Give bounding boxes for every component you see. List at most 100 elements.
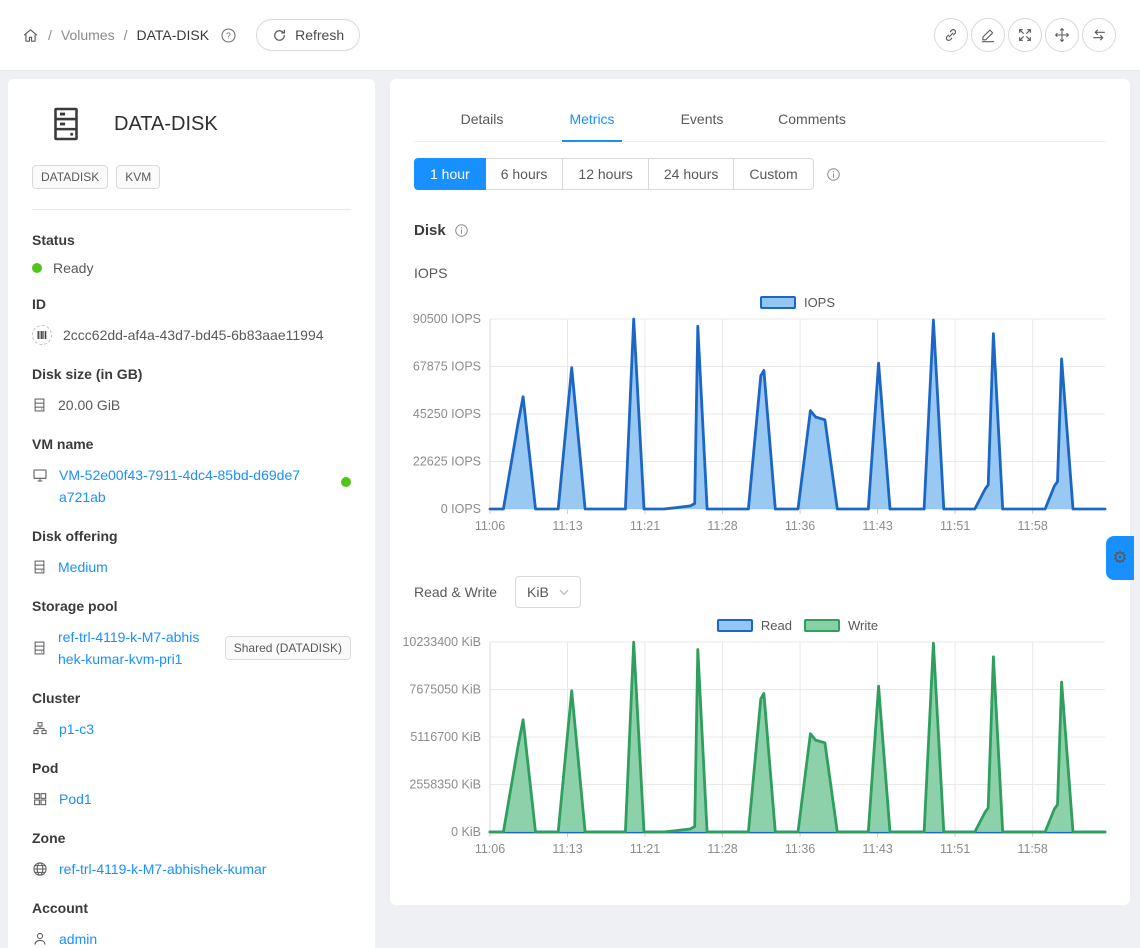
legend-item-read[interactable]: Read <box>717 618 792 633</box>
svg-text:22625 IOPS: 22625 IOPS <box>413 455 481 469</box>
field-account: Account admin <box>32 900 351 948</box>
field-cluster: Cluster p1-c3 <box>32 690 351 740</box>
unit-select[interactable]: KiB <box>515 576 581 608</box>
resource-summary-card: DATA-DISK DATADISK KVM Status Ready ID 2… <box>8 79 375 948</box>
svg-text:11:06: 11:06 <box>475 519 505 533</box>
svg-text:2558350 KiB: 2558350 KiB <box>409 778 481 792</box>
refresh-button[interactable]: Refresh <box>256 19 360 51</box>
svg-text:0 KiB: 0 KiB <box>451 825 481 839</box>
svg-text:5116700 KiB: 5116700 KiB <box>410 730 481 744</box>
tab-events[interactable]: Events <box>647 99 757 141</box>
svg-text:11:51: 11:51 <box>940 519 970 533</box>
divider <box>32 209 351 210</box>
iops-chart[interactable]: 0 IOPS 22625 IOPS 45250 IOPS 67875 IOPS 9050… <box>402 312 1106 540</box>
svg-text:0 IOPS: 0 IOPS <box>441 502 481 516</box>
svg-text:11:58: 11:58 <box>1017 519 1047 533</box>
disk-size-value: 20.00 GiB <box>58 394 120 416</box>
cluster-link[interactable]: p1-c3 <box>59 718 94 740</box>
svg-text:11:36: 11:36 <box>785 842 815 856</box>
svg-text:11:13: 11:13 <box>552 842 582 856</box>
account-link[interactable]: admin <box>59 928 97 948</box>
field-id: ID 2ccc62dd-af4a-43d7-bd45-6b83aae11994 <box>32 296 351 346</box>
disk-volume-icon <box>48 105 84 143</box>
field-disk-offering: Disk offering Medium <box>32 528 351 578</box>
svg-text:10233400 KiB: 10233400 KiB <box>402 635 481 649</box>
range-1-hour-button[interactable]: 1 hour <box>414 158 486 190</box>
svg-text:45250 IOPS: 45250 IOPS <box>413 407 481 421</box>
storage-pool-link[interactable]: ref-trl-4119-k-M7-abhishek-kumar-kvm-pri… <box>58 626 202 670</box>
chevron-down-icon <box>559 589 569 596</box>
home-icon[interactable] <box>22 27 39 44</box>
field-pod: Pod Pod1 <box>32 760 351 810</box>
range-12-hours-button[interactable]: 12 hours <box>562 158 648 190</box>
field-disk-size: Disk size (in GB) 20.00 GiB <box>32 366 351 416</box>
rw-chart-title: Read & Write <box>414 584 497 600</box>
change-offering-button[interactable] <box>1082 18 1116 52</box>
zone-link[interactable]: ref-trl-4119-k-M7-abhishek-kumar <box>59 858 266 880</box>
field-vm-name: VM name VM-52e00f43-7911-4dc4-85bd-d69de… <box>32 436 351 508</box>
svg-text:11:51: 11:51 <box>940 842 970 856</box>
settings-fab-button[interactable]: ⚙ <box>1106 536 1134 580</box>
read-write-row: Read & Write KiB <box>414 576 1106 608</box>
legend-item-write[interactable]: Write <box>804 618 878 633</box>
range-custom-button[interactable]: Custom <box>733 158 813 190</box>
reload-icon <box>272 28 287 43</box>
svg-text:11:21: 11:21 <box>630 519 660 533</box>
breadcrumb-separator: / <box>48 27 52 43</box>
storage-pool-scope-tag: Shared (DATADISK) <box>225 636 351 660</box>
read-write-chart[interactable]: 0 KiB 2558350 KiB 5116700 KiB 7675050 KiB 10… <box>402 635 1106 863</box>
status-value: Ready <box>53 260 93 276</box>
breadcrumb-current: DATA-DISK <box>136 27 209 43</box>
breadcrumb-separator: / <box>124 27 128 43</box>
read-write-legend: Read Write <box>490 618 1105 633</box>
volume-actions <box>934 18 1116 52</box>
id-value: 2ccc62dd-af4a-43d7-bd45-6b83aae11994 <box>63 324 324 346</box>
help-circle-icon[interactable]: ? <box>220 27 237 44</box>
disk-offering-link[interactable]: Medium <box>58 556 108 578</box>
vm-running-dot <box>341 477 351 487</box>
read-swatch <box>717 619 753 632</box>
hdd-icon <box>32 397 47 413</box>
globe-icon <box>32 861 48 877</box>
time-range-row: 1 hour 6 hours 12 hours 24 hours Custom <box>414 158 1106 190</box>
tag-kvm[interactable]: KVM <box>116 165 160 189</box>
iops-chart-title: IOPS <box>414 265 1106 281</box>
field-storage-pool: Storage pool ref-trl-4119-k-M7-abhishek-… <box>32 598 351 670</box>
swap-arrows-icon <box>1091 27 1107 43</box>
tab-comments[interactable]: Comments <box>757 99 867 141</box>
iops-swatch <box>760 296 796 309</box>
grid-appstore-icon <box>32 791 48 807</box>
svg-text:11:58: 11:58 <box>1017 842 1047 856</box>
tag-datadisk[interactable]: DATADISK <box>32 165 108 189</box>
svg-text:90500 IOPS: 90500 IOPS <box>413 312 481 326</box>
move-arrows-icon <box>1054 27 1070 43</box>
iops-legend: IOPS <box>490 295 1105 310</box>
edit-volume-button[interactable] <box>971 18 1005 52</box>
svg-text:11:06: 11:06 <box>475 842 505 856</box>
resource-title: DATA-DISK <box>114 113 218 136</box>
svg-text:11:43: 11:43 <box>862 519 892 533</box>
info-circle-icon[interactable] <box>826 167 841 182</box>
legend-item-iops[interactable]: IOPS <box>760 295 835 310</box>
migrate-volume-button[interactable] <box>1045 18 1079 52</box>
vm-name-link[interactable]: VM-52e00f43-7911-4dc4-85bd-d69de7a721ab <box>59 464 307 508</box>
breadcrumb-volumes-link[interactable]: Volumes <box>61 27 115 43</box>
gear-icon: ⚙ <box>1112 548 1127 568</box>
attach-volume-button[interactable] <box>934 18 968 52</box>
resize-volume-button[interactable] <box>1008 18 1042 52</box>
cluster-icon <box>32 721 48 737</box>
info-circle-icon[interactable] <box>454 223 469 238</box>
svg-text:?: ? <box>226 30 231 40</box>
fullscreen-expand-icon <box>1017 27 1033 43</box>
pod-link[interactable]: Pod1 <box>59 788 92 810</box>
detail-panel: Details Metrics Events Comments 1 hour 6… <box>390 79 1130 905</box>
hdd-icon <box>32 559 47 575</box>
range-6-hours-button[interactable]: 6 hours <box>485 158 564 190</box>
tab-details[interactable]: Details <box>427 99 537 141</box>
tab-metrics[interactable]: Metrics <box>537 99 647 141</box>
svg-text:67875 IOPS: 67875 IOPS <box>413 360 481 374</box>
range-24-hours-button[interactable]: 24 hours <box>648 158 734 190</box>
field-status: Status Ready <box>32 232 351 276</box>
svg-text:7675050 KiB: 7675050 KiB <box>409 683 481 697</box>
field-zone: Zone ref-trl-4119-k-M7-abhishek-kumar <box>32 830 351 880</box>
